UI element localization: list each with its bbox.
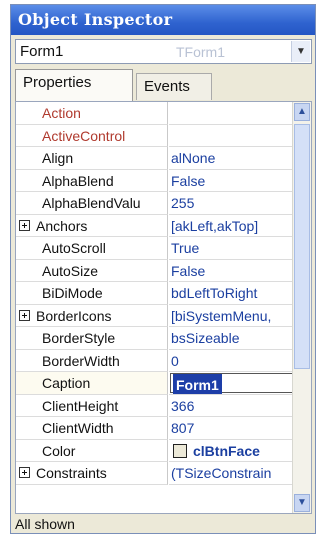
property-value: True	[171, 240, 200, 256]
scroll-down-icon[interactable]: ▼	[294, 494, 310, 512]
property-row-clientwidth[interactable]: ClientWidth 807	[16, 417, 293, 440]
tab-events-label: Events	[144, 78, 190, 95]
property-row-alphablendvalue[interactable]: AlphaBlendValu 255	[16, 192, 293, 215]
tab-properties[interactable]: Properties	[15, 69, 133, 101]
property-name: ClientWidth	[42, 420, 114, 436]
property-name: AlphaBlend	[42, 172, 114, 189]
property-value: 807	[171, 420, 195, 436]
property-row-clientheight[interactable]: ClientHeight 366	[16, 394, 293, 417]
property-name: BiDiMode	[42, 285, 103, 301]
component-name: Form1	[20, 43, 64, 60]
tab-properties-label: Properties	[23, 74, 92, 91]
property-row-bidimode[interactable]: BiDiMode bdLeftToRight	[16, 282, 293, 305]
property-value: False	[171, 172, 206, 189]
property-row-action[interactable]: Action	[16, 102, 293, 125]
property-row-anchors[interactable]: Anchors [akLeft,akTop]	[16, 214, 293, 237]
property-name: Action	[42, 105, 81, 121]
status-text: All shown	[15, 516, 75, 532]
color-swatch	[173, 443, 187, 458]
property-value: (TSizeConstrain	[171, 465, 272, 481]
property-row-bordericons[interactable]: BorderIcons [biSystemMenu,	[16, 304, 293, 327]
property-value: [biSystemMenu,	[171, 307, 272, 324]
property-name: ClientHeight	[42, 397, 119, 414]
property-name: BorderIcons	[36, 307, 112, 324]
property-row-activecontrol[interactable]: ActiveControl	[16, 124, 293, 147]
property-row-caption[interactable]: Caption Form1	[16, 372, 293, 395]
scroll-up-icon[interactable]: ▲	[294, 103, 310, 121]
component-selector[interactable]: Form1 TForm1 ▼	[15, 39, 312, 64]
property-value: False	[171, 262, 206, 279]
vertical-scrollbar[interactable]: ▲ ▼	[292, 102, 311, 513]
scroll-thumb[interactable]	[294, 124, 310, 369]
tab-events[interactable]: Events	[136, 73, 212, 100]
property-name: Caption	[42, 375, 91, 391]
property-value: bsSizeable	[171, 330, 240, 346]
expand-icon[interactable]	[19, 219, 30, 231]
property-value: 0	[171, 352, 179, 369]
title-bar[interactable]: Object Inspector	[11, 5, 315, 35]
property-value[interactable]: Form1	[173, 374, 222, 394]
property-name: Color	[42, 442, 76, 459]
property-value: bdLeftToRight	[171, 285, 258, 301]
property-value: 255	[171, 195, 195, 211]
expand-icon[interactable]	[19, 309, 30, 321]
property-name: BorderWidth	[42, 352, 120, 369]
component-type: TForm1	[176, 44, 225, 60]
property-name: Anchors	[36, 217, 88, 234]
caption-edit-field[interactable]: Form1	[170, 373, 293, 394]
property-value: alNone	[171, 150, 216, 166]
object-inspector-window: Object Inspector Form1 TForm1 ▼ Properti…	[10, 4, 316, 534]
status-bar: All shown	[15, 516, 312, 533]
property-name: Constraints	[36, 465, 107, 481]
property-value: clBtnFace	[193, 442, 260, 459]
property-row-alphablend[interactable]: AlphaBlend False	[16, 169, 293, 192]
property-value: 366	[171, 397, 195, 414]
property-name: Align	[42, 150, 74, 166]
property-row-constraints[interactable]: Constraints (TSizeConstrain	[16, 462, 293, 485]
property-row-borderstyle[interactable]: BorderStyle bsSizeable	[16, 327, 293, 350]
property-name: AutoSize	[42, 262, 99, 279]
property-row-autoscroll[interactable]: AutoScroll True	[16, 237, 293, 260]
property-row-color[interactable]: Color clBtnFace	[16, 439, 293, 462]
property-row-align[interactable]: Align alNone	[16, 147, 293, 170]
property-row-autosize[interactable]: AutoSize False	[16, 259, 293, 282]
property-name: AutoScroll	[42, 240, 106, 256]
property-value: [akLeft,akTop]	[171, 217, 259, 234]
chevron-down-icon[interactable]: ▼	[291, 41, 310, 62]
property-row-borderwidth[interactable]: BorderWidth 0	[16, 349, 293, 372]
property-name: AlphaBlendValu	[42, 195, 141, 211]
property-name: BorderStyle	[42, 330, 116, 346]
window-title: Object Inspector	[18, 10, 173, 29]
expand-icon[interactable]	[19, 467, 30, 478]
property-name: ActiveControl	[42, 127, 126, 144]
property-grid: Action ActiveControl Align alNone AlphaB…	[15, 101, 312, 514]
